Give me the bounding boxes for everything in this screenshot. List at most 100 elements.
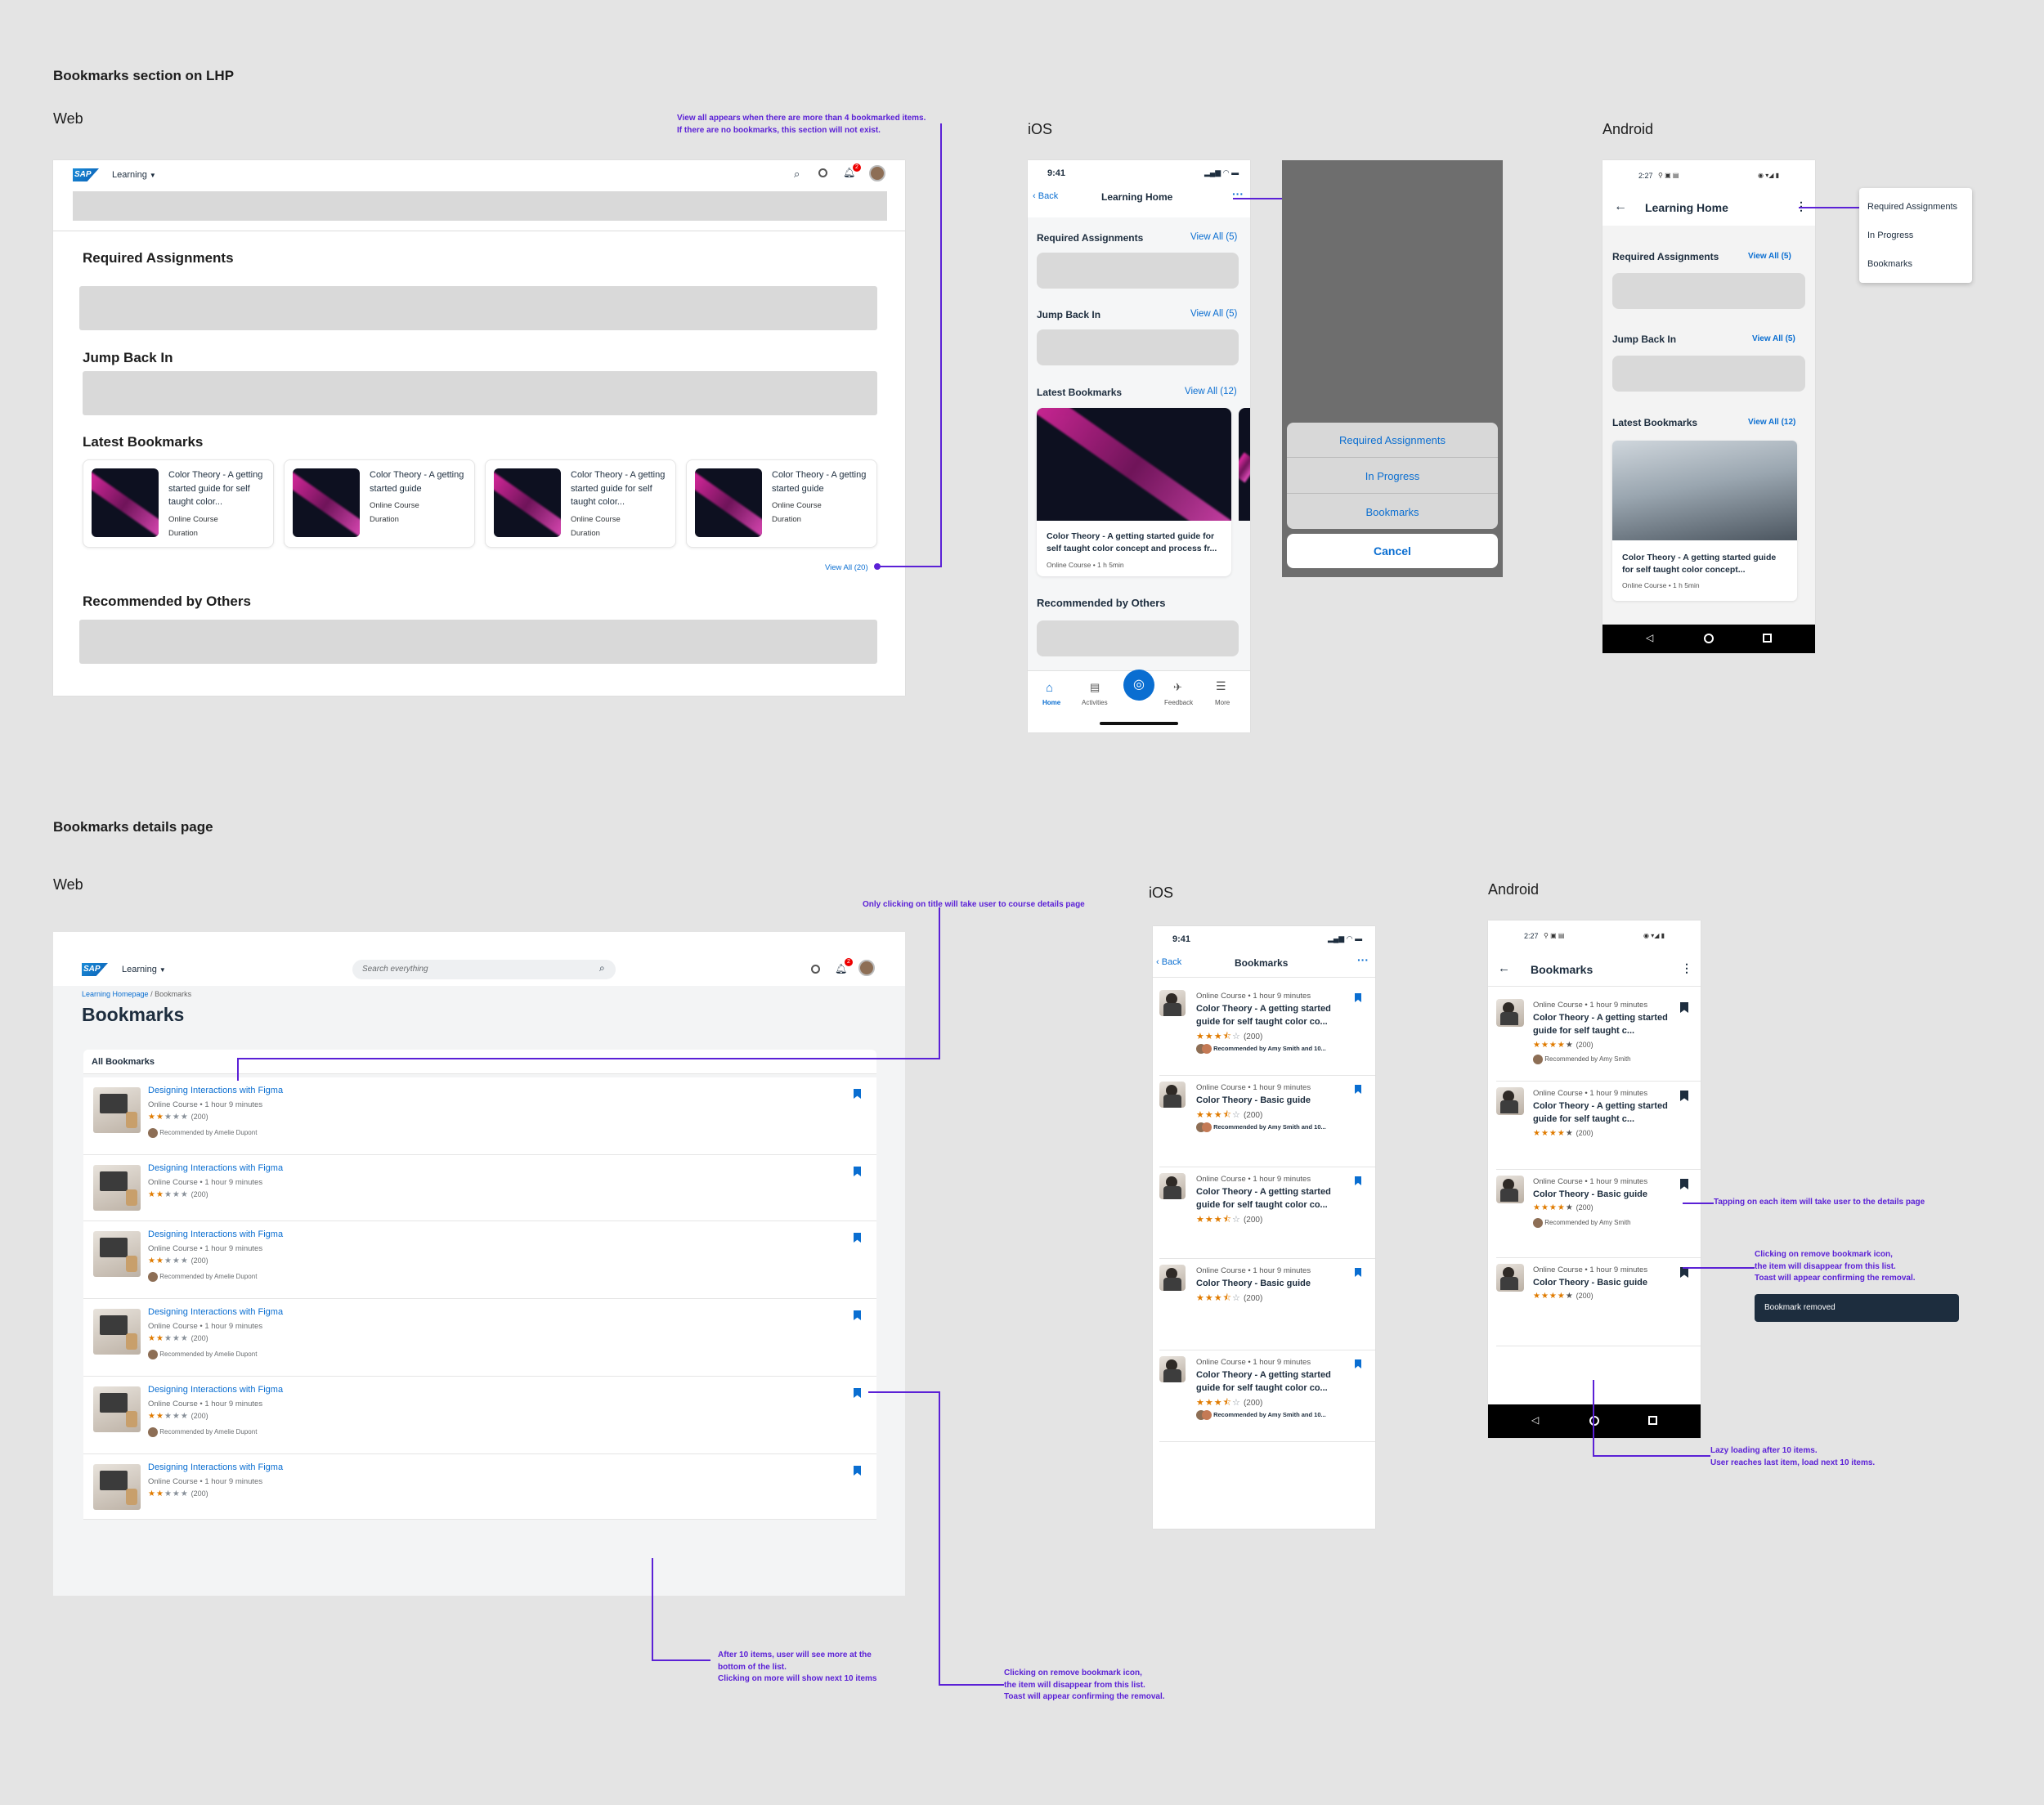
required-view-all-link[interactable]: View All (5) bbox=[1190, 232, 1237, 242]
nav-product-menu[interactable]: Learning ▼ bbox=[122, 965, 166, 974]
rating-count: (200) bbox=[1243, 1032, 1263, 1041]
nav-home-icon[interactable] bbox=[1589, 1416, 1599, 1426]
list-header: All Bookmarks bbox=[83, 1050, 876, 1074]
tab-home[interactable]: Home bbox=[1042, 699, 1060, 706]
bookmark-card[interactable]: Color Theory - A getting started guide O… bbox=[284, 459, 475, 548]
assistant-icon[interactable] bbox=[818, 168, 827, 177]
nav-home-icon[interactable] bbox=[1704, 634, 1714, 643]
bookmark-icon[interactable] bbox=[1680, 1002, 1688, 1013]
nav-back-icon[interactable]: ◁ bbox=[1531, 1414, 1539, 1426]
section1-web-label: Web bbox=[53, 110, 83, 127]
course-title-link[interactable]: Designing Interactions with Figma bbox=[148, 1462, 283, 1472]
nav-product-menu[interactable]: Learning ▼ bbox=[112, 170, 156, 180]
nav-recents-icon[interactable] bbox=[1648, 1416, 1657, 1425]
feedback-icon[interactable]: ✈ bbox=[1173, 681, 1182, 694]
bookmark-icon[interactable] bbox=[854, 1466, 861, 1476]
back-arrow-icon[interactable]: ← bbox=[1498, 961, 1510, 975]
avatar[interactable] bbox=[858, 960, 875, 976]
list-item[interactable]: Online Course • 1 hour 9 minutes Color Th… bbox=[1153, 1078, 1375, 1170]
tab-more[interactable]: More bbox=[1215, 699, 1230, 706]
bookmark-card[interactable]: Color Theory - A getting started guide f… bbox=[1612, 441, 1797, 601]
course-title-link[interactable]: Designing Interactions with Figma bbox=[148, 1307, 283, 1317]
avatar[interactable] bbox=[869, 165, 885, 181]
bookmark-icon[interactable] bbox=[854, 1167, 861, 1176]
search-bar[interactable]: Search everything ⌕ bbox=[352, 960, 616, 979]
home-icon[interactable]: ⌂ bbox=[1046, 681, 1053, 695]
star-rating-icon: ★★★⯪☆ bbox=[1196, 1398, 1241, 1408]
tab-activities[interactable]: Activities bbox=[1082, 699, 1108, 706]
bookmark-icon[interactable] bbox=[854, 1233, 861, 1243]
card-duration: Duration bbox=[571, 529, 600, 538]
list-item[interactable]: Online Course • 1 hour 9 minutes Color Th… bbox=[1488, 1172, 1701, 1261]
required-view-all-link[interactable]: View All (5) bbox=[1748, 252, 1791, 261]
bookmark-icon[interactable] bbox=[1355, 1359, 1361, 1368]
recommended-by: Recommended by Amelie Dupont bbox=[148, 1427, 257, 1437]
back-button[interactable]: ‹ Back bbox=[1156, 957, 1181, 967]
bookmark-card[interactable]: Color Theory - A getting started guide O… bbox=[686, 459, 877, 548]
course-meta: Online Course • 1 hour 9 minutes bbox=[1533, 1089, 1648, 1098]
jump-view-all-link[interactable]: View All (5) bbox=[1752, 334, 1795, 343]
nav-back-icon[interactable]: ◁ bbox=[1646, 632, 1653, 643]
jump-view-all-link[interactable]: View All (5) bbox=[1190, 309, 1237, 319]
search-icon[interactable]: ⌕ bbox=[794, 168, 800, 181]
rating-count: (200) bbox=[191, 1412, 208, 1420]
bookmark-icon[interactable] bbox=[854, 1388, 861, 1398]
sheet-option-in-progress[interactable]: In Progress bbox=[1287, 470, 1498, 482]
section1-ios-label: iOS bbox=[1028, 121, 1053, 137]
rating: ★★★⯪☆ (200) bbox=[1196, 1029, 1262, 1045]
more-icon[interactable]: ··· bbox=[1357, 953, 1369, 966]
list-item[interactable]: Online Course • 1 hour 9 minutes Color Th… bbox=[1488, 1084, 1701, 1172]
bookmark-icon[interactable] bbox=[1355, 1268, 1361, 1277]
breadcrumb-separator: / bbox=[148, 990, 155, 998]
bookmark-icon[interactable] bbox=[1355, 1085, 1361, 1094]
bookmark-icon[interactable] bbox=[1355, 993, 1361, 1002]
divider bbox=[1159, 1075, 1375, 1076]
status-icons: ▂▄▆ ◠ ▬ bbox=[1204, 168, 1239, 177]
bookmark-card[interactable]: Color Theory - A getting started guide f… bbox=[83, 459, 274, 548]
recommended-text: Recommended by Amy Smith bbox=[1544, 1219, 1631, 1227]
sheet-option-bookmarks[interactable]: Bookmarks bbox=[1287, 506, 1498, 518]
list-icon[interactable]: ☰ bbox=[1216, 679, 1226, 693]
breadcrumb-home[interactable]: Learning Homepage bbox=[82, 990, 149, 998]
android-nav-bar: ◁ bbox=[1488, 1404, 1701, 1438]
bookmark-card[interactable]: Color Theory - A getting started guide f… bbox=[485, 459, 676, 548]
latest-view-all-link[interactable]: View All (12) bbox=[1748, 418, 1795, 427]
list-item[interactable]: Online Course • 1 hour 9 minutes Color Th… bbox=[1153, 1170, 1375, 1261]
course-title-link[interactable]: Designing Interactions with Figma bbox=[148, 1385, 283, 1395]
list-item[interactable]: Online Course • 1 hour 9 minutes Color Th… bbox=[1153, 1261, 1375, 1353]
bookmark-icon[interactable] bbox=[1680, 1091, 1688, 1101]
list-item[interactable]: Online Course • 1 hour 9 minutes Color Th… bbox=[1488, 1261, 1701, 1349]
overflow-menu-icon[interactable]: ⋮ bbox=[1681, 961, 1692, 975]
latest-view-all-link[interactable]: View All (12) bbox=[1185, 387, 1237, 396]
bookmark-icon[interactable] bbox=[1355, 1176, 1361, 1185]
menu-item-in-progress[interactable]: In Progress bbox=[1867, 231, 1913, 240]
avatar bbox=[148, 1128, 158, 1138]
list-item[interactable]: Online Course • 1 hour 9 minutes Color Th… bbox=[1153, 987, 1375, 1078]
bookmark-icon[interactable] bbox=[1680, 1179, 1688, 1189]
sheet-option-required[interactable]: Required Assignments bbox=[1287, 434, 1498, 446]
back-button[interactable]: ‹ Back bbox=[1033, 191, 1058, 201]
search-icon[interactable]: ⌕ bbox=[599, 962, 605, 974]
bookmark-card[interactable]: Color Theory - A getting started guide f… bbox=[1037, 408, 1231, 576]
back-arrow-icon[interactable]: ← bbox=[1614, 199, 1627, 214]
list-item[interactable]: Online Course • 1 hour 9 minutes Color Th… bbox=[1153, 1353, 1375, 1444]
divider bbox=[1153, 977, 1375, 978]
list-item[interactable]: Online Course • 1 hour 9 minutes Color Th… bbox=[1488, 996, 1701, 1084]
status-time: 2:27 bbox=[1524, 932, 1539, 940]
menu-item-bookmarks[interactable]: Bookmarks bbox=[1867, 259, 1912, 269]
course-title-link[interactable]: Designing Interactions with Figma bbox=[148, 1086, 283, 1095]
course-title-link[interactable]: Designing Interactions with Figma bbox=[148, 1163, 283, 1173]
clipboard-icon[interactable]: ▤ bbox=[1090, 681, 1100, 694]
star-rating-icon: ★★★★★ bbox=[148, 1489, 189, 1498]
bookmark-icon[interactable] bbox=[854, 1089, 861, 1099]
view-all-bookmarks-link[interactable]: View All (20) bbox=[825, 563, 868, 572]
assistant-icon[interactable] bbox=[811, 965, 820, 974]
assistant-fab[interactable]: ◎ bbox=[1123, 670, 1154, 701]
tab-feedback[interactable]: Feedback bbox=[1164, 699, 1193, 706]
course-title-link[interactable]: Designing Interactions with Figma bbox=[148, 1229, 283, 1239]
bookmark-icon[interactable] bbox=[854, 1310, 861, 1320]
menu-item-required[interactable]: Required Assignments bbox=[1867, 202, 1957, 212]
sheet-cancel-button[interactable]: Cancel bbox=[1287, 534, 1498, 568]
nav-recents-icon[interactable] bbox=[1763, 634, 1772, 643]
screen-title: Bookmarks bbox=[1235, 957, 1289, 969]
